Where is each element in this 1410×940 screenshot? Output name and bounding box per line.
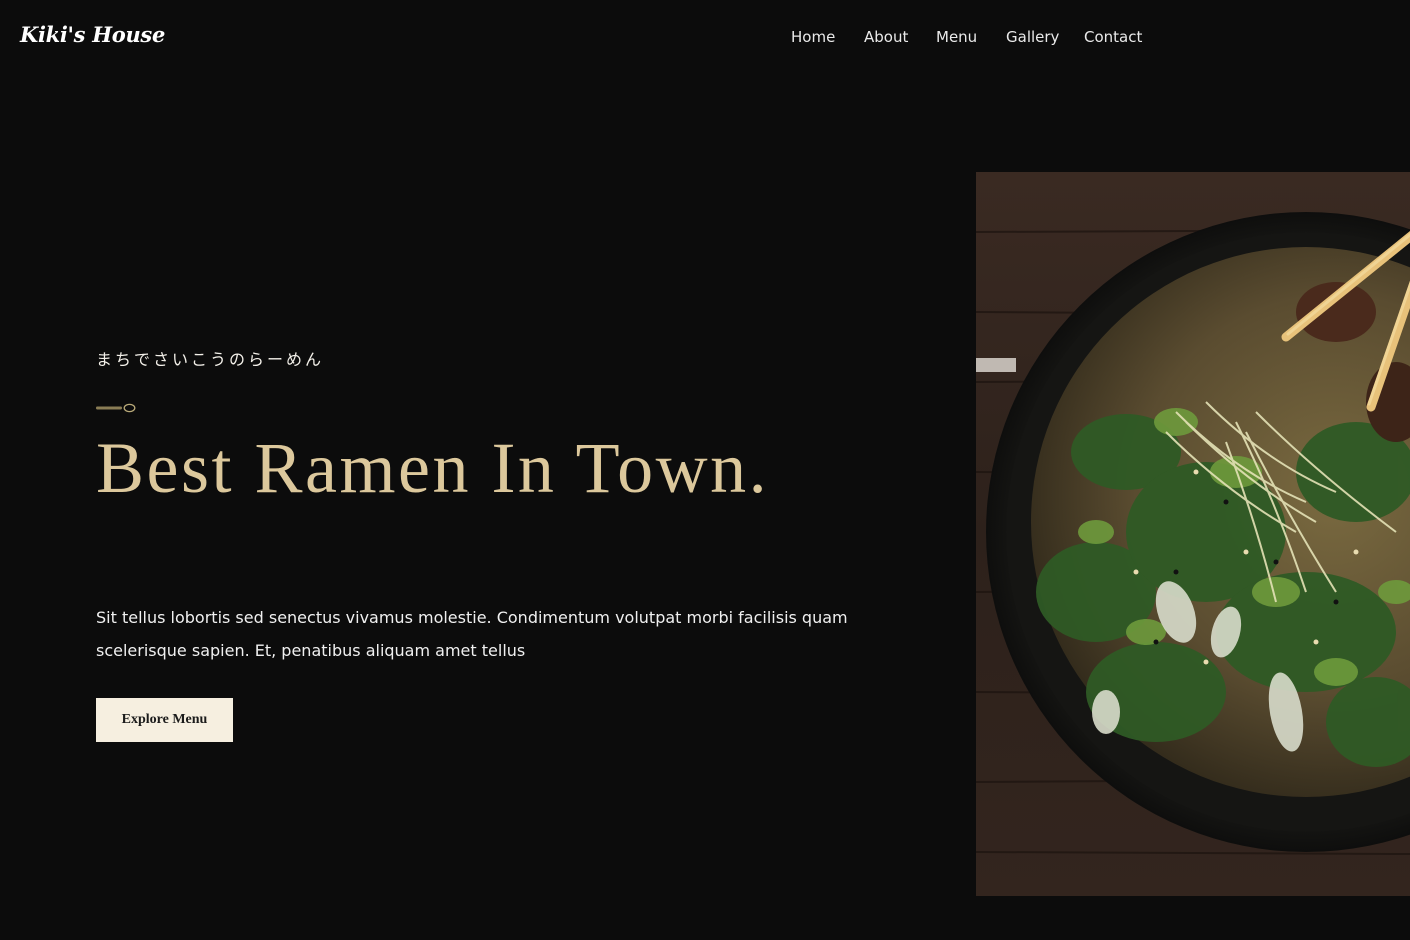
brand-logo[interactable]: Kiki's House	[20, 22, 165, 47]
nav-link-contact[interactable]: Contact	[1084, 28, 1142, 46]
hero-tagline: まちでさいこうのらーめん	[96, 350, 325, 369]
hero-description: Sit tellus lobortis sed senectus vivamus…	[96, 608, 848, 660]
navbar: Kiki's House Home About Menu Gallery Con…	[0, 0, 1410, 76]
spoon-icon	[96, 403, 136, 413]
nav-link-home[interactable]: Home	[791, 28, 835, 46]
ramen-bowl-image	[976, 172, 1410, 896]
nav-link-menu[interactable]: Menu	[936, 28, 977, 46]
explore-menu-button[interactable]: Explore Menu	[96, 698, 233, 742]
hero-headline: Best Ramen In Town.	[96, 428, 770, 508]
nav-link-about[interactable]: About	[864, 28, 908, 46]
nav-link-gallery[interactable]: Gallery	[1006, 28, 1059, 46]
ramen-bowl-illustration	[976, 172, 1410, 896]
